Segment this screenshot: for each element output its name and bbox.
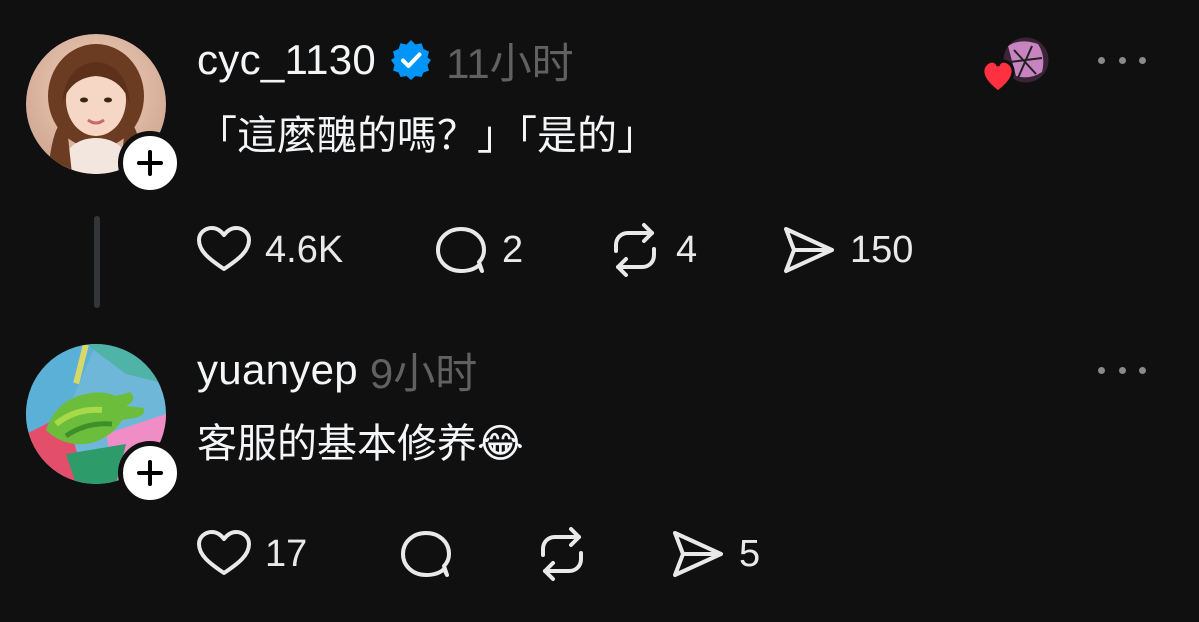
username[interactable]: cyc_1130: [197, 36, 376, 84]
like-button[interactable]: 4.6K: [195, 218, 432, 282]
follow-button[interactable]: [118, 441, 182, 505]
share-button[interactable]: 150: [780, 218, 913, 282]
more-dots-icon: [1098, 366, 1105, 374]
follow-button[interactable]: [118, 131, 182, 195]
repost-button[interactable]: 4: [606, 218, 780, 282]
share-count: 150: [850, 228, 914, 271]
post-1-avatar-wrap: [26, 34, 182, 195]
post-header: yuanyep 9小时: [197, 345, 477, 397]
action-bar: 4.6K 2 4 150: [195, 218, 913, 282]
repost-icon: [614, 223, 656, 277]
username[interactable]: yuanyep: [197, 346, 358, 394]
send-icon: [784, 227, 834, 273]
comment-bubble-icon: [436, 227, 486, 273]
reply-count: 2: [502, 228, 524, 271]
heart-icon: [981, 59, 1015, 94]
timestamp: 11小时: [446, 39, 574, 87]
like-count: 4.6K: [265, 228, 344, 271]
post-text: 「這麼醜的嗎？」「是的」: [197, 114, 657, 158]
reply-button[interactable]: 2: [432, 218, 606, 282]
plus-icon: [137, 460, 163, 486]
repost-count: 4: [676, 228, 698, 271]
repost-button[interactable]: [533, 522, 669, 586]
more-options-button[interactable]: [1098, 50, 1146, 70]
post-2-avatar-wrap: [26, 344, 182, 505]
more-options-button[interactable]: [1098, 360, 1146, 380]
timestamp: 9小时: [369, 349, 478, 397]
plus-icon: [137, 150, 163, 176]
action-bar: 17 5: [195, 522, 760, 586]
post-header: cyc_1130 11小时: [197, 35, 574, 87]
repost-icon: [541, 527, 583, 581]
share-count: 5: [739, 532, 761, 575]
like-count: 17: [265, 532, 308, 575]
heart-icon: [197, 226, 251, 271]
send-icon: [673, 531, 723, 577]
reply-button[interactable]: [397, 522, 533, 586]
verified-badge-icon: [391, 40, 432, 80]
like-button[interactable]: 17: [195, 522, 397, 586]
comment-bubble-icon: [401, 531, 451, 577]
post-1: cyc_1130 11小时 「這麼醜的嗎？」「是的」 4.6K 2 4 150: [0, 0, 1199, 320]
more-dots-icon: [1098, 56, 1105, 64]
liker-avatars[interactable]: [980, 34, 1052, 96]
share-button[interactable]: 5: [669, 522, 760, 586]
post-2: yuanyep 9小时 客服的基本修养😂 17 5: [0, 320, 1199, 622]
post-text: 客服的基本修养😂: [197, 422, 524, 466]
thread-line: [94, 216, 100, 308]
heart-icon: [197, 530, 251, 575]
